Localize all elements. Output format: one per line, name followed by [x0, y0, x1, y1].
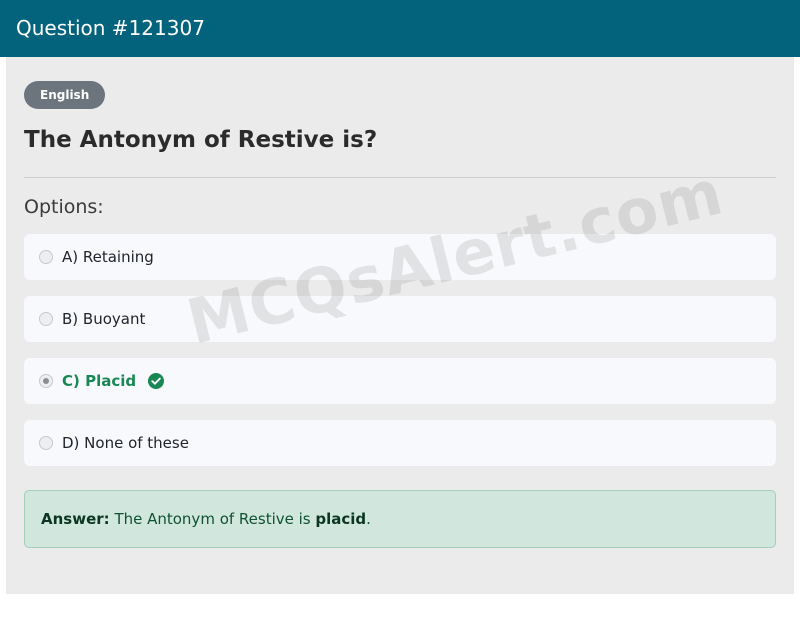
option-b[interactable]: B) Buoyant	[24, 296, 776, 342]
options-heading: Options:	[24, 196, 104, 218]
option-c[interactable]: C) Placid	[24, 358, 776, 404]
option-a[interactable]: A) Retaining	[24, 234, 776, 280]
answer-sentence: The Antonym of Restive is	[114, 510, 316, 528]
question-number-title: Question #121307	[16, 16, 205, 40]
option-a-radio[interactable]	[39, 250, 53, 264]
option-d-label: D) None of these	[62, 434, 189, 452]
question-text: The Antonym of Restive is?	[24, 127, 378, 153]
page-bottom	[0, 594, 800, 621]
answer-word: placid	[315, 510, 367, 528]
question-header: Question #121307	[0, 0, 800, 57]
check-circle-icon	[148, 373, 165, 389]
option-c-label: C) Placid	[62, 372, 137, 390]
option-d[interactable]: D) None of these	[24, 420, 776, 466]
answer-end: .	[366, 510, 371, 528]
language-badge[interactable]: English	[24, 81, 106, 109]
option-c-radio[interactable]	[39, 374, 53, 388]
divider	[24, 177, 776, 178]
answer-prefix: Answer:	[41, 510, 110, 528]
option-b-radio[interactable]	[39, 312, 53, 326]
option-d-radio[interactable]	[39, 436, 53, 450]
option-b-label: B) Buoyant	[62, 310, 146, 328]
answer-box: Answer: The Antonym of Restive is placid…	[24, 490, 776, 548]
option-a-label: A) Retaining	[62, 248, 154, 266]
